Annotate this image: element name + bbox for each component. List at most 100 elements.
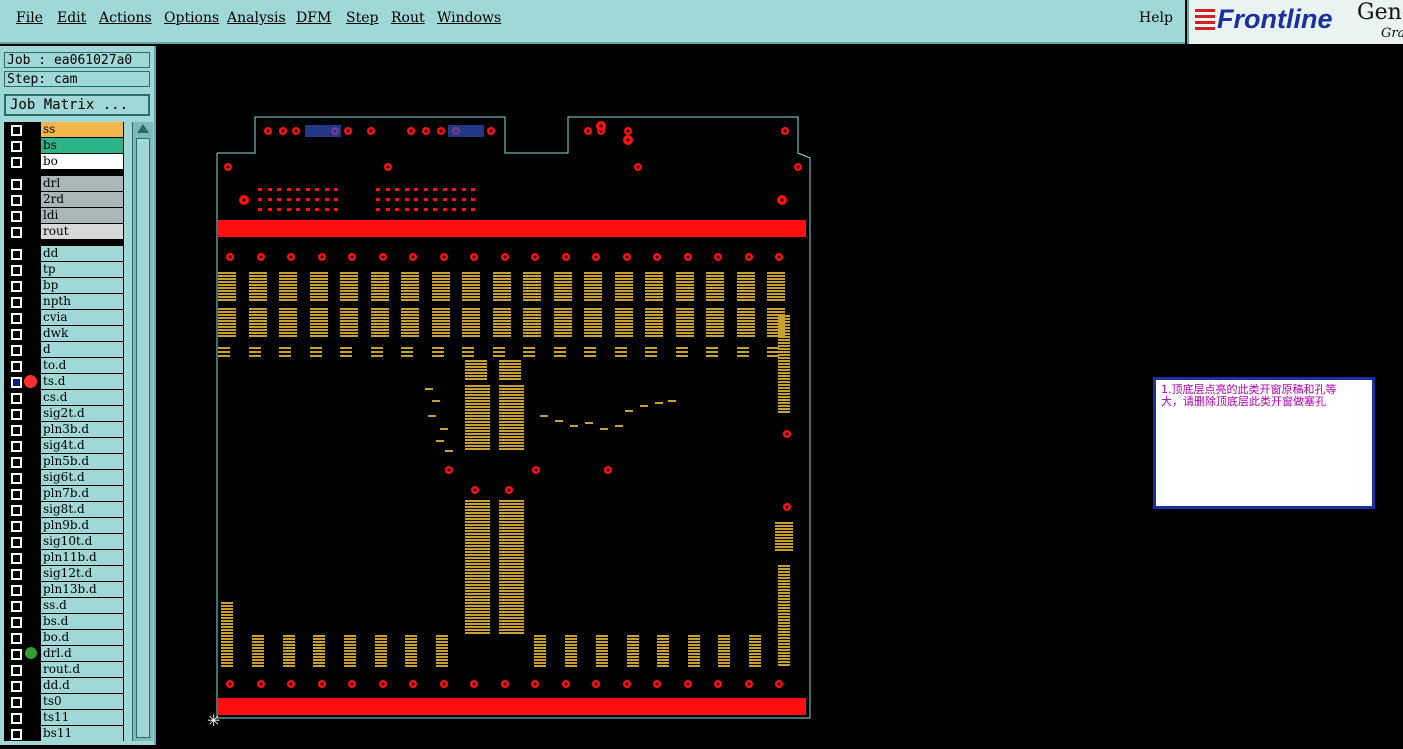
layer-checkbox[interactable]	[11, 377, 22, 388]
layer-checkbox[interactable]	[11, 665, 22, 676]
layer-checkbox[interactable]	[11, 227, 22, 238]
layer-scrollbar[interactable]	[132, 122, 153, 741]
layer-name[interactable]: bs	[41, 138, 123, 153]
layer-name[interactable]: to.d	[41, 358, 123, 373]
layer-checkbox[interactable]	[11, 141, 22, 152]
job-matrix-button[interactable]: Job Matrix ...	[4, 94, 150, 116]
layer-row[interactable]: ts11	[4, 710, 124, 726]
layer-checkbox[interactable]	[11, 329, 22, 340]
layer-name[interactable]: 2rd	[41, 192, 123, 207]
layer-row[interactable]: pln11b.d	[4, 550, 124, 566]
menu-dfm[interactable]: DFM	[296, 10, 331, 26]
menu-step[interactable]: Step	[346, 10, 378, 26]
layer-row[interactable]: d	[4, 342, 124, 358]
layer-name[interactable]: ts0	[41, 694, 123, 709]
layer-name[interactable]: sig4t.d	[41, 438, 123, 453]
layer-row[interactable]: ldi	[4, 208, 124, 224]
layer-name[interactable]: bs11	[41, 726, 123, 741]
layer-checkbox[interactable]	[11, 425, 22, 436]
layer-row[interactable]: sig12t.d	[4, 566, 124, 582]
layer-row[interactable]: bp	[4, 278, 124, 294]
scroll-up-icon[interactable]	[137, 124, 149, 133]
layer-name[interactable]: ss	[41, 122, 123, 137]
layer-row[interactable]: pln13b.d	[4, 582, 124, 598]
menu-edit[interactable]: Edit	[57, 10, 86, 26]
layer-name[interactable]: bo.d	[41, 630, 123, 645]
layer-row[interactable]: dwk	[4, 326, 124, 342]
layer-row[interactable]: ss.d	[4, 598, 124, 614]
layer-row[interactable]: pln7b.d	[4, 486, 124, 502]
layer-row[interactable]: cvia	[4, 310, 124, 326]
layer-name[interactable]: pln11b.d	[41, 550, 123, 565]
layer-name[interactable]: ldi	[41, 208, 123, 223]
layer-checkbox[interactable]	[11, 681, 22, 692]
layer-row[interactable]: rout	[4, 224, 124, 240]
layer-checkbox[interactable]	[11, 697, 22, 708]
layer-row[interactable]: pln3b.d	[4, 422, 124, 438]
layer-name[interactable]: bp	[41, 278, 123, 293]
layer-name[interactable]: tp	[41, 262, 123, 277]
layer-row[interactable]: sig2t.d	[4, 406, 124, 422]
layer-checkbox[interactable]	[11, 713, 22, 724]
layer-name[interactable]: ts11	[41, 710, 123, 725]
layer-name[interactable]: sig2t.d	[41, 406, 123, 421]
layer-row[interactable]: bs.d	[4, 614, 124, 630]
layer-row[interactable]: bo.d	[4, 630, 124, 646]
layer-checkbox[interactable]	[11, 601, 22, 612]
layer-name[interactable]: sig10t.d	[41, 534, 123, 549]
menu-windows[interactable]: Windows	[437, 10, 501, 26]
layer-name[interactable]: ts.d	[41, 374, 123, 389]
layer-row[interactable]: sig4t.d	[4, 438, 124, 454]
layer-checkbox[interactable]	[11, 585, 22, 596]
layer-name[interactable]: sig8t.d	[41, 502, 123, 517]
layer-row[interactable]: npth	[4, 294, 124, 310]
layer-name[interactable]: rout	[41, 224, 123, 239]
menu-analysis[interactable]: Analysis	[227, 10, 286, 26]
layer-checkbox[interactable]	[11, 361, 22, 372]
menu-rout[interactable]: Rout	[391, 10, 425, 26]
layer-row[interactable]: drl	[4, 176, 124, 192]
layer-checkbox[interactable]	[11, 729, 22, 740]
layer-name[interactable]: d	[41, 342, 123, 357]
layer-row[interactable]: pln5b.d	[4, 454, 124, 470]
layer-row[interactable]: rout.d	[4, 662, 124, 678]
layer-row[interactable]: cs.d	[4, 390, 124, 406]
layer-checkbox[interactable]	[11, 393, 22, 404]
layer-checkbox[interactable]	[11, 617, 22, 628]
layer-name[interactable]: rout.d	[41, 662, 123, 677]
layer-row[interactable]: ss	[4, 122, 124, 138]
layer-name[interactable]: pln3b.d	[41, 422, 123, 437]
layer-checkbox[interactable]	[11, 505, 22, 516]
layer-row[interactable]: pln9b.d	[4, 518, 124, 534]
layer-row[interactable]: dd	[4, 246, 124, 262]
layer-name[interactable]: bo	[41, 154, 123, 169]
layer-row[interactable]: bs	[4, 138, 124, 154]
layer-row[interactable]: sig10t.d	[4, 534, 124, 550]
layer-checkbox[interactable]	[11, 125, 22, 136]
layer-checkbox[interactable]	[11, 457, 22, 468]
layer-checkbox[interactable]	[11, 281, 22, 292]
layer-row[interactable]: dd.d	[4, 678, 124, 694]
layer-checkbox[interactable]	[11, 265, 22, 276]
layer-row[interactable]: bs11	[4, 726, 124, 741]
layer-row[interactable]: sig6t.d	[4, 470, 124, 486]
layer-checkbox[interactable]	[11, 157, 22, 168]
layer-name[interactable]: drl.d	[41, 646, 123, 661]
scroll-thumb[interactable]	[136, 138, 150, 738]
layer-row[interactable]: tp	[4, 262, 124, 278]
menu-actions[interactable]: Actions	[99, 10, 152, 26]
layer-checkbox[interactable]	[11, 345, 22, 356]
layer-checkbox[interactable]	[11, 313, 22, 324]
layer-checkbox[interactable]	[11, 473, 22, 484]
layer-checkbox[interactable]	[11, 179, 22, 190]
layer-name[interactable]: pln5b.d	[41, 454, 123, 469]
layer-checkbox[interactable]	[11, 195, 22, 206]
layer-name[interactable]: ss.d	[41, 598, 123, 613]
layer-name[interactable]: sig6t.d	[41, 470, 123, 485]
layer-name[interactable]: npth	[41, 294, 123, 309]
layer-name[interactable]: drl	[41, 176, 123, 191]
layer-row[interactable]: sig8t.d	[4, 502, 124, 518]
layer-checkbox[interactable]	[11, 569, 22, 580]
layer-checkbox[interactable]	[11, 441, 22, 452]
layer-name[interactable]: pln7b.d	[41, 486, 123, 501]
